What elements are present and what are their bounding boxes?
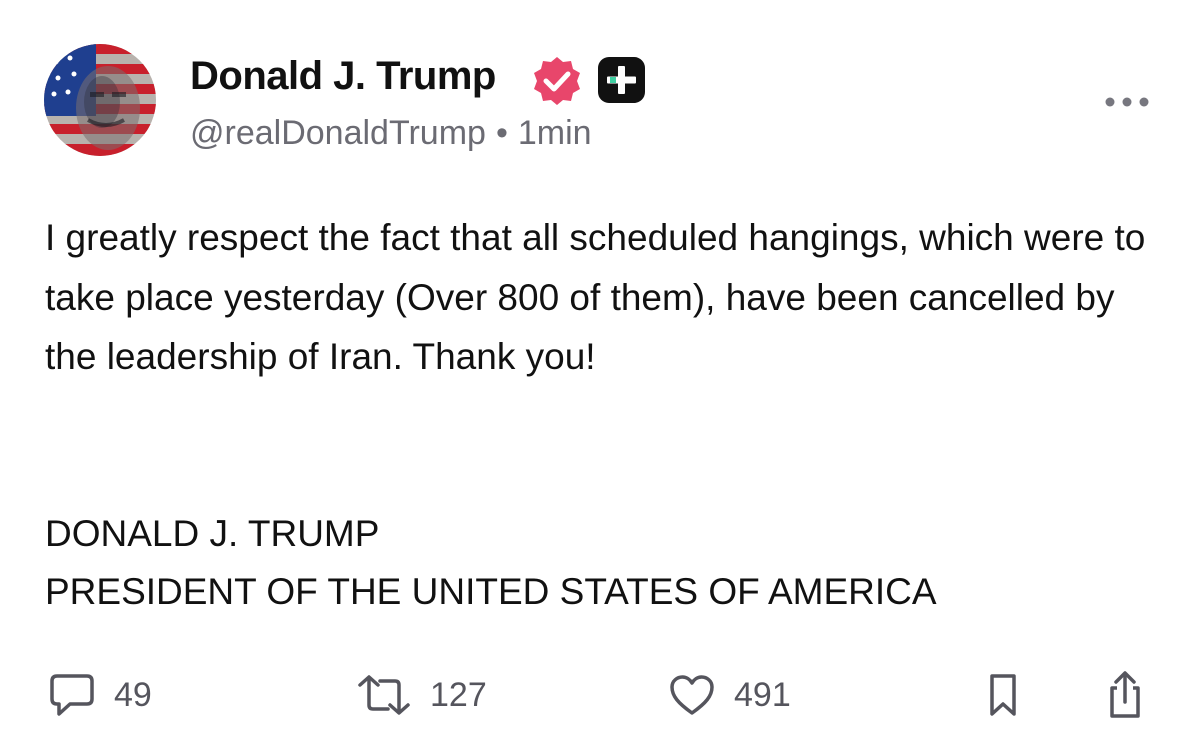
post-signature: DONALD J. TRUMP PRESIDENT OF THE UNITED … [45,505,937,621]
avatar[interactable] [44,44,156,156]
like-count: 491 [734,675,791,714]
handle[interactable]: @realDonaldTrump [190,114,486,152]
bookmark-button[interactable] [986,670,1020,720]
separator-dot: • [495,114,508,152]
bookmark-icon [990,674,1016,716]
handle-row: @realDonaldTrump • 1min [190,114,592,153]
like-button[interactable]: 491 [668,670,791,720]
reply-count: 49 [114,675,152,714]
post-card: Donald J. Trump @realDonaldTrump • 1min I … [0,0,1200,751]
timestamp[interactable]: 1min [518,114,592,152]
share-icon [1110,671,1140,718]
more-options-icon[interactable] [1104,92,1150,112]
plus-badge-icon [598,57,645,103]
share-button[interactable] [1105,670,1145,720]
post-body: I greatly respect the fact that all sche… [45,208,1165,387]
reply-button[interactable]: 49 [48,670,152,720]
verified-badge-icon [534,57,580,105]
restore-count: 127 [430,675,487,714]
signature-name: DONALD J. TRUMP [45,513,380,554]
reply-icon [50,674,94,716]
avatar-image [44,44,156,156]
signature-title: PRESIDENT OF THE UNITED STATES OF AMERIC… [45,571,937,612]
like-icon [670,675,714,715]
restore-button[interactable]: 127 [356,670,487,720]
display-name[interactable]: Donald J. Trump [190,54,496,99]
restore-icon [358,675,410,715]
post-paragraph: I greatly respect the fact that all sche… [45,217,1146,377]
